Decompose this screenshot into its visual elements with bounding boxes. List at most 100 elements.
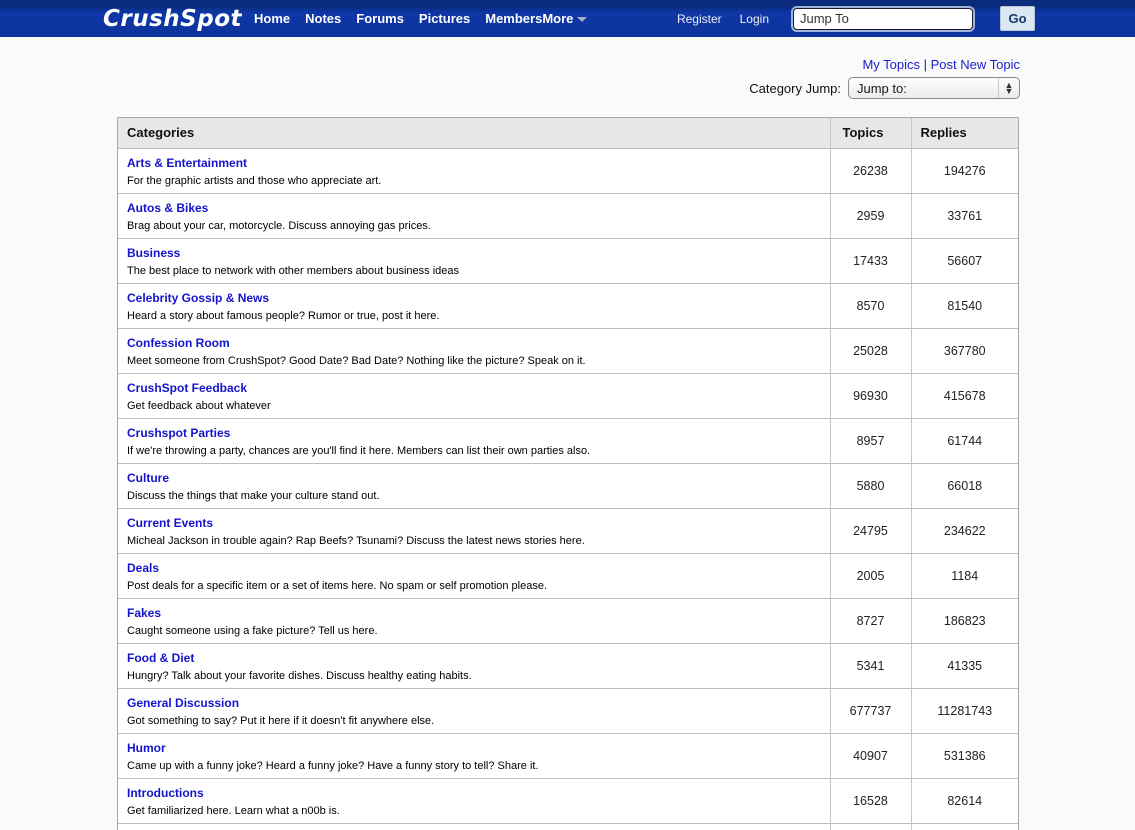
replies-count: 194276 [911,147,1018,193]
login-link[interactable]: Login [740,12,769,26]
nav-item-forums[interactable]: Forums [356,11,404,26]
category-description: Get feedback about whatever [127,399,271,412]
category-row-partial [118,822,1018,830]
replies-count: 415678 [911,372,1018,418]
replies-count: 66018 [911,462,1018,508]
category-description: Micheal Jackson in trouble again? Rap Be… [127,534,585,547]
topics-count: 8570 [830,282,912,328]
category-link[interactable]: Arts & Entertainment [127,156,247,170]
post-new-topic-link[interactable]: Post New Topic [931,57,1020,72]
category-link[interactable]: CrushSpot Feedback [127,381,247,395]
nav-item-pictures[interactable]: Pictures [419,11,470,26]
table-header-row: Categories Topics Replies [118,118,1018,149]
register-link[interactable]: Register [677,12,722,26]
category-row: Business The best place to network with … [118,237,1018,283]
topics-count: 17433 [830,237,912,283]
category-row: Autos & Bikes Brag about your car, motor… [118,192,1018,238]
category-row: Crushspot Parties If we're throwing a pa… [118,417,1018,463]
replies-count: 186823 [911,597,1018,643]
top-navbar: CrushSpot Home Notes Forums Pictures Members… [0,0,1135,37]
my-topics-link[interactable]: My Topics [862,57,920,72]
topics-count: 96930 [830,372,912,418]
category-row: Deals Post deals for a specific item or … [118,552,1018,598]
replies-count: 82614 [911,777,1018,823]
nav-right-group: Register Login Go [677,6,1035,31]
category-description: Hungry? Talk about your favorite dishes.… [127,669,472,682]
category-description: Heard a story about famous people? Rumor… [127,309,440,322]
nav-item-home[interactable]: Home [254,11,290,26]
category-row: Arts & Entertainment For the graphic art… [118,147,1018,193]
category-row: Humor Came up with a funny joke? Heard a… [118,732,1018,778]
category-link[interactable]: Confession Room [127,336,230,350]
category-link[interactable]: Business [127,246,180,260]
topics-count: 26238 [830,147,912,193]
category-link[interactable]: Deals [127,561,159,575]
category-description: The best place to network with other mem… [127,264,460,277]
category-link[interactable]: Current Events [127,516,213,530]
category-link[interactable]: Crushspot Parties [127,426,230,440]
category-row: Current Events Micheal Jackson in troubl… [118,507,1018,553]
category-description: Caught someone using a fake picture? Tel… [127,624,378,637]
topics-count: 40907 [830,732,912,778]
chevron-down-icon [577,17,588,22]
nav-links: Home Notes Forums Pictures Members [254,11,542,26]
topics-count: 2005 [830,552,912,598]
topics-count: 5880 [830,462,912,508]
category-description: Brag about your car, motorcycle. Discuss… [127,219,431,232]
links-separator: | [920,57,931,72]
category-row: Fakes Caught someone using a fake pictur… [118,597,1018,643]
select-stepper-icon: ▲ ▼ [998,78,1019,98]
more-label: More [542,11,574,26]
category-link[interactable]: General Discussion [127,696,239,710]
category-row: Introductions Get familiarized here. Lea… [118,777,1018,823]
category-jump-label: Category Jump: [749,80,841,96]
go-button[interactable]: Go [1000,6,1035,31]
nav-item-members[interactable]: Members [485,11,542,26]
replies-count: 1184 [911,552,1018,598]
category-row: General Discussion Got something to say?… [118,687,1018,733]
category-description: Meet someone from CrushSpot? Good Date? … [127,354,586,367]
nav-item-more[interactable]: More [542,11,588,26]
category-row: Culture Discuss the things that make you… [118,462,1018,508]
category-description: Got something to say? Put it here if it … [127,714,435,727]
category-link[interactable]: Autos & Bikes [127,201,208,215]
topics-count: 8957 [830,417,912,463]
replies-count: 33761 [911,192,1018,238]
categories-table: Categories Topics Replies Arts & Enterta… [117,117,1019,830]
header-categories: Categories [118,118,831,149]
crushspot-logo[interactable]: CrushSpot [103,6,242,32]
replies-count: 61744 [911,417,1018,463]
category-row: Confession Room Meet someone from CrushS… [118,327,1018,373]
category-row: CrushSpot Feedback Get feedback about wh… [118,372,1018,418]
category-jump-select[interactable]: Jump to: ▲ ▼ [848,77,1020,99]
jump-to-input[interactable] [793,7,973,30]
topics-count: 677737 [830,687,912,733]
topics-count: 24795 [830,507,912,553]
category-link[interactable]: Food & Diet [127,651,194,665]
header-topics: Topics [830,118,912,149]
category-link[interactable]: Culture [127,471,169,485]
category-link[interactable]: Introductions [127,786,204,800]
category-description: Post deals for a specific item or a set … [127,579,548,592]
category-description: If we're throwing a party, chances are y… [127,444,591,457]
topics-count: 25028 [830,327,912,373]
topics-count: 8727 [830,597,912,643]
replies-count: 41335 [911,642,1018,688]
category-description: Came up with a funny joke? Heard a funny… [127,759,539,772]
replies-count: 81540 [911,282,1018,328]
category-link[interactable]: Celebrity Gossip & News [127,291,269,305]
header-replies: Replies [911,118,1018,149]
category-row: Celebrity Gossip & News Heard a story ab… [118,282,1018,328]
replies-count: 367780 [911,327,1018,373]
nav-item-notes[interactable]: Notes [305,11,341,26]
replies-count: 11281743 [911,687,1018,733]
category-row: Food & Diet Hungry? Talk about your favo… [118,642,1018,688]
category-link[interactable]: Humor [127,741,166,755]
topics-count: 5341 [830,642,912,688]
category-jump-selected-value: Jump to: [857,80,907,96]
replies-count: 56607 [911,237,1018,283]
category-description: For the graphic artists and those who ap… [127,174,382,187]
category-link[interactable]: Fakes [127,606,161,620]
category-jump-row: Category Jump: Jump to: ▲ ▼ [749,77,1020,99]
topics-count: 16528 [830,777,912,823]
